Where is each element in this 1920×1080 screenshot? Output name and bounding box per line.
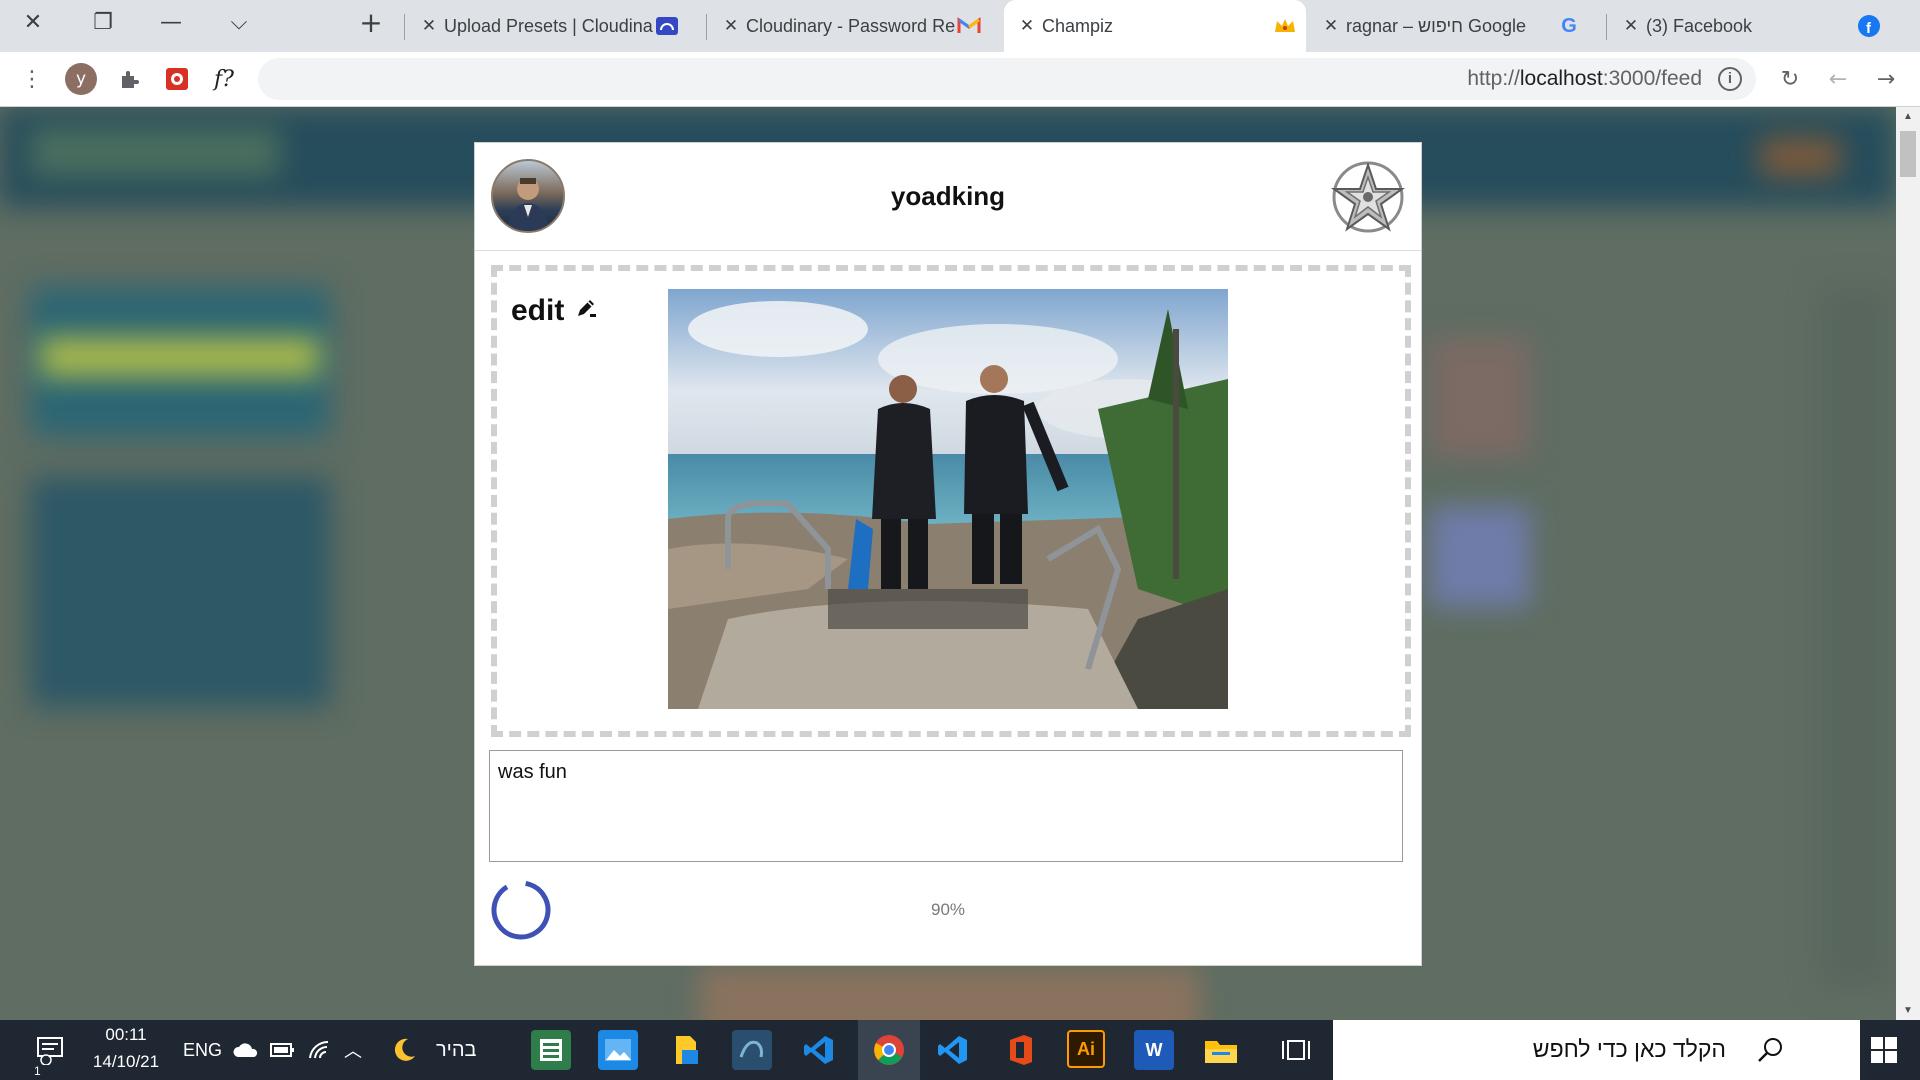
tab-search-chevron-icon[interactable]: ⌵ xyxy=(210,0,268,44)
upload-progress-text: 90% xyxy=(930,900,966,919)
close-tab-icon[interactable]: ✕ xyxy=(414,16,444,36)
close-window-icon[interactable]: ✕ xyxy=(4,0,62,44)
gmail-icon xyxy=(956,13,982,39)
tab-title: ragnar – חיפוש Google xyxy=(1346,15,1527,36)
windows-taskbar: 1 00:11 14/10/21 ENG ︿ בהיר Ai W הקלד כא… xyxy=(0,1020,1920,1080)
file-explorer-icon[interactable] xyxy=(1201,1030,1241,1070)
search-magnifier-icon xyxy=(1756,1036,1784,1069)
illustrator-icon[interactable]: Ai xyxy=(1067,1030,1105,1068)
tab-title: (3) Facebook xyxy=(1646,15,1753,36)
close-tab-icon[interactable]: ✕ xyxy=(1316,16,1346,36)
crown-icon xyxy=(1272,13,1298,39)
edit-label: edit xyxy=(511,294,565,327)
tab-cloudinary-password[interactable]: ✕ Cloudinary - Password Reset xyxy=(716,0,1006,52)
blurred-header-avatar xyxy=(1760,137,1840,177)
back-arrow-icon[interactable]: ← xyxy=(1820,61,1856,97)
tab-upload-presets[interactable]: ✕ Upload Presets | Cloudinary xyxy=(414,0,704,52)
theme-label[interactable]: בהיר xyxy=(436,1020,477,1080)
task-view-icon[interactable] xyxy=(1276,1030,1316,1070)
blurred-logo xyxy=(30,127,280,177)
minimize-window-icon[interactable]: — xyxy=(142,0,200,44)
blurred-panel-2 xyxy=(30,477,330,707)
new-tab-icon[interactable]: + xyxy=(342,0,400,44)
caption-textarea[interactable]: was fun xyxy=(489,750,1403,862)
taskbar-search-box[interactable]: הקלד כאן כדי לחפש xyxy=(1333,1020,1860,1080)
forward-arrow-icon[interactable]: → xyxy=(1868,61,1904,97)
url-text[interactable]: http://localhost:3000/feed xyxy=(1467,67,1702,91)
site-info-icon[interactable]: i xyxy=(1718,67,1742,91)
blurred-side xyxy=(1820,287,1890,987)
close-tab-icon[interactable]: ✕ xyxy=(716,16,746,36)
address-bar[interactable]: http://localhost:3000/feed i xyxy=(258,58,1756,100)
tab-title: Champiz xyxy=(1042,15,1114,36)
vscode-icon[interactable] xyxy=(799,1030,839,1070)
pencil-icon xyxy=(574,294,598,328)
tray-expand-chevron-icon[interactable]: ︿ xyxy=(344,1020,362,1080)
mysql-icon[interactable] xyxy=(732,1030,772,1070)
tab-strip: ✕ ❐ — ⌵ + ✕ Upload Presets | Cloudinary … xyxy=(0,0,1920,52)
blurred-user xyxy=(1430,337,1530,457)
profile-initial: y xyxy=(65,63,97,95)
windows-start-icon[interactable] xyxy=(1870,1036,1898,1069)
menu-kebab-icon[interactable]: ⋮ xyxy=(14,61,50,97)
tab-champiz[interactable]: ✕ Champiz xyxy=(1004,0,1306,52)
files-icon[interactable] xyxy=(665,1030,705,1070)
language-indicator[interactable]: ENG xyxy=(183,1020,222,1080)
search-placeholder: הקלד כאן כדי לחפש xyxy=(1532,1036,1726,1062)
edit-image-button[interactable]: edit xyxy=(511,294,598,328)
moon-icon[interactable] xyxy=(390,1020,418,1080)
tab-title: Upload Presets | Cloudinary xyxy=(444,15,654,36)
extension-red-icon[interactable] xyxy=(159,61,195,97)
tab-facebook[interactable]: ✕ (3) Facebook f xyxy=(1616,0,1906,52)
sheets-icon[interactable] xyxy=(531,1030,571,1070)
card-header: yoadking xyxy=(475,143,1421,251)
reload-icon[interactable]: ↻ xyxy=(1772,61,1808,97)
username: yoadking xyxy=(890,181,1006,211)
facebook-icon: f xyxy=(1856,13,1882,39)
blurred-banner xyxy=(40,337,320,377)
tab-title: Cloudinary - Password Reset xyxy=(746,15,956,36)
function-extension-icon[interactable]: f? xyxy=(206,61,242,97)
wifi-icon[interactable] xyxy=(308,1020,332,1080)
word-icon[interactable]: W xyxy=(1134,1030,1174,1070)
tab-google-search[interactable]: ✕ ragnar – חיפוש Google G xyxy=(1316,0,1606,52)
page-scrollbar[interactable]: ▲ ▼ xyxy=(1896,107,1920,1020)
google-icon: G xyxy=(1561,14,1577,37)
cloudinary-icon xyxy=(654,13,680,39)
scroll-down-icon[interactable]: ▼ xyxy=(1896,1005,1920,1016)
photos-icon[interactable] xyxy=(598,1030,638,1070)
close-tab-icon[interactable]: ✕ xyxy=(1616,16,1646,36)
uploaded-photo xyxy=(668,289,1228,709)
vscode-icon-2[interactable] xyxy=(933,1030,973,1070)
onedrive-cloud-icon[interactable] xyxy=(232,1020,260,1080)
post-upload-card: yoadking edit was fun 90% xyxy=(474,142,1422,966)
blurred-bottom xyxy=(700,967,1200,1020)
clock-time[interactable]: 00:11 xyxy=(86,1025,166,1045)
clock-date[interactable]: 14/10/21 xyxy=(86,1052,166,1072)
star-badge-icon xyxy=(1330,159,1406,235)
chrome-icon[interactable] xyxy=(858,1020,920,1080)
browser-toolbar: ⋮ y f? ☆ http://localhost:3000/feed i ↻ … xyxy=(0,52,1920,107)
battery-plug-icon[interactable] xyxy=(270,1020,296,1080)
extensions-puzzle-icon[interactable] xyxy=(111,61,147,97)
scroll-up-icon[interactable]: ▲ xyxy=(1896,111,1920,122)
scroll-thumb[interactable] xyxy=(1900,131,1916,177)
close-tab-icon[interactable]: ✕ xyxy=(1012,16,1042,36)
restore-window-icon[interactable]: ❐ xyxy=(74,0,132,44)
office-icon[interactable] xyxy=(1000,1030,1040,1070)
profile-avatar[interactable]: y xyxy=(63,61,99,97)
notification-count: 1 xyxy=(34,1064,41,1078)
blurred-user-2 xyxy=(1430,507,1530,607)
